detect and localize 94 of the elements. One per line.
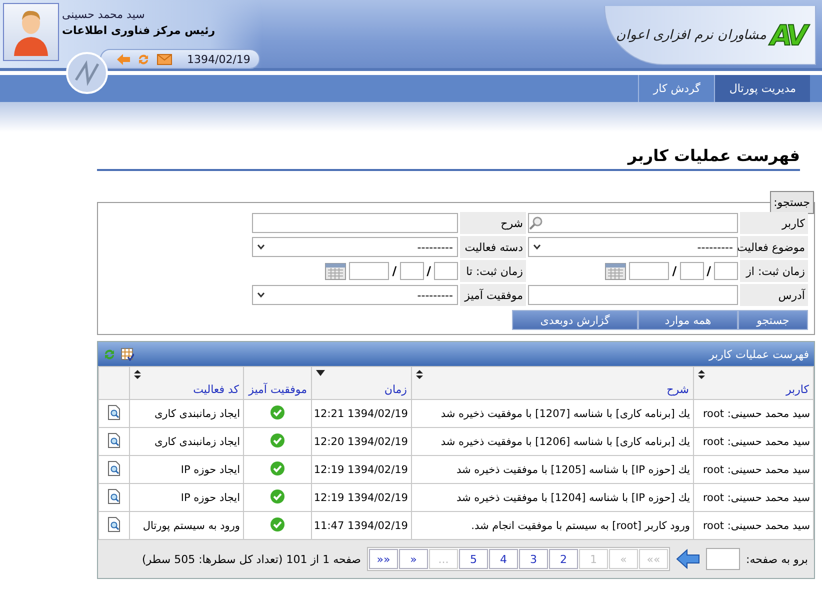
table-cell: 1394/02/19 12:19 — [312, 456, 412, 484]
nav-tab[interactable]: گردش کار — [638, 75, 714, 102]
chevron-icon — [257, 292, 265, 298]
refresh-icon[interactable] — [137, 52, 150, 66]
table-cell: 1394/02/19 12:21 — [312, 400, 412, 428]
table-cell: ورود کاربر [root] به سیستم با موفقیت انجام شد. — [412, 512, 694, 540]
action-button[interactable]: جستجو — [738, 310, 808, 330]
table-cell: یك [حوزه IP] با شناسه [1205] با موفقیت ذخیره شد — [412, 456, 694, 484]
year-field[interactable] — [629, 262, 670, 280]
date-separator: / — [672, 264, 677, 278]
avatar-icon — [3, 3, 59, 61]
page-title: فهرست عملیات کاربر — [97, 146, 800, 171]
goto-label: برو به صفحه: — [746, 552, 808, 566]
field-label: دسته فعالیت — [460, 236, 526, 258]
columns-icon[interactable] — [121, 348, 134, 360]
page-button[interactable]: » — [398, 549, 428, 569]
dropdown-field[interactable]: --------- — [252, 237, 458, 257]
table-cell: سید محمد حسینی: root — [694, 428, 814, 456]
column-header[interactable]: کد فعالیت — [130, 366, 244, 400]
column-header[interactable]: موفقیت آمیز — [244, 366, 312, 400]
input-field[interactable] — [528, 213, 738, 233]
field-label: موضوع فعالیت — [740, 236, 808, 258]
logo-disc-icon[interactable] — [66, 52, 108, 94]
table-cell: یك [برنامه کاری] با شناسه [1206] با موفقیت ذخیره شد — [412, 428, 694, 456]
field-label: آدرس — [740, 284, 808, 306]
sort-icon[interactable] — [416, 370, 423, 379]
user-name: سید محمد حسینی — [62, 8, 145, 21]
view-document-icon[interactable] — [107, 404, 121, 420]
column-header[interactable]: شرح — [412, 366, 694, 400]
date-separator: / — [706, 264, 711, 278]
company-name: مشاوران نرم افزاری اعوان — [616, 27, 766, 43]
field-label: شرح — [460, 212, 526, 234]
table-cell: 1394/02/19 12:19 — [312, 484, 412, 512]
table-cell: یك [حوزه IP] با شناسه [1204] با موفقیت ذخیره شد — [412, 484, 694, 512]
table-cell: یك [برنامه کاری] با شناسه [1207] با موفقیت ذخیره شد — [412, 400, 694, 428]
chevron-icon — [257, 244, 265, 250]
action-button[interactable]: گزارش دوبعدی — [512, 310, 638, 330]
table-cell: سید محمد حسینی: root — [694, 456, 814, 484]
table-cell: 1394/02/19 12:20 — [312, 428, 412, 456]
table-cell: ایجاد حوزه IP — [130, 456, 244, 484]
input-field[interactable] — [528, 285, 738, 305]
input-field[interactable] — [252, 213, 458, 233]
action-button[interactable]: همه موارد — [638, 310, 738, 330]
back-arrow-icon[interactable] — [117, 54, 130, 64]
page-button[interactable]: »» — [368, 549, 398, 569]
table-cell: ایجاد حوزه IP — [130, 484, 244, 512]
month-field[interactable] — [400, 262, 424, 280]
page-button[interactable]: 3 — [518, 549, 548, 569]
page-button[interactable]: 5 — [458, 549, 488, 569]
field-label: موفقیت آمیز — [460, 284, 526, 306]
search-legend: جستجو: — [770, 191, 814, 214]
table-cell: سید محمد حسینی: root — [694, 400, 814, 428]
mail-icon[interactable] — [157, 54, 172, 64]
table-cell: ایجاد زمانبندی کاری — [130, 400, 244, 428]
field-label: کاربر — [740, 212, 808, 234]
month-field[interactable] — [680, 262, 704, 280]
dropdown-field[interactable]: --------- — [252, 285, 458, 305]
date-separator: / — [392, 264, 397, 278]
page-button[interactable]: 4 — [488, 549, 518, 569]
table-cell: ورود به سیستم پورتال — [130, 512, 244, 540]
refresh-icon[interactable] — [103, 348, 116, 360]
column-header[interactable]: زمان — [312, 366, 412, 400]
calendar-icon[interactable] — [605, 262, 626, 280]
goto-page-field[interactable] — [706, 548, 740, 570]
dropdown-field[interactable]: --------- — [528, 237, 738, 257]
day-field[interactable] — [434, 262, 458, 280]
view-document-icon[interactable] — [107, 516, 121, 532]
logo-mark: AV — [770, 18, 804, 52]
search-icon[interactable] — [529, 216, 543, 230]
current-date: 1394/02/19 — [187, 52, 250, 66]
grid-title: فهرست عملیات کاربر — [708, 348, 809, 360]
view-document-icon[interactable] — [107, 432, 121, 448]
view-document-icon[interactable] — [107, 488, 121, 504]
nav-tab[interactable]: مدیریت پورتال — [714, 75, 810, 102]
sort-descending-icon[interactable] — [316, 370, 325, 376]
view-document-icon[interactable] — [107, 460, 121, 476]
user-role: رئیس مرکز فناوری اطلاعات — [62, 24, 216, 37]
day-field[interactable] — [714, 262, 738, 280]
page-button[interactable]: 2 — [548, 549, 578, 569]
sort-icon[interactable] — [134, 370, 141, 379]
table-cell: ایجاد زمانبندی کاری — [130, 428, 244, 456]
table-cell: سید محمد حسینی: root — [694, 512, 814, 540]
page-summary: صفحه 1 از 101 (تعداد کل سطرها: 505 سطر) — [142, 552, 361, 566]
calendar-icon[interactable] — [325, 262, 346, 280]
table-cell: 1394/02/19 11:47 — [312, 512, 412, 540]
field-label: زمان ثبت: تا — [460, 260, 526, 282]
go-arrow-icon[interactable] — [676, 549, 700, 569]
year-field[interactable] — [349, 262, 390, 280]
table-cell: سید محمد حسینی: root — [694, 484, 814, 512]
date-separator: / — [426, 264, 431, 278]
column-header[interactable]: کاربر — [694, 366, 814, 400]
field-label: زمان ثبت: از — [740, 260, 808, 282]
chevron-icon — [533, 244, 541, 250]
sort-icon[interactable] — [698, 370, 705, 379]
